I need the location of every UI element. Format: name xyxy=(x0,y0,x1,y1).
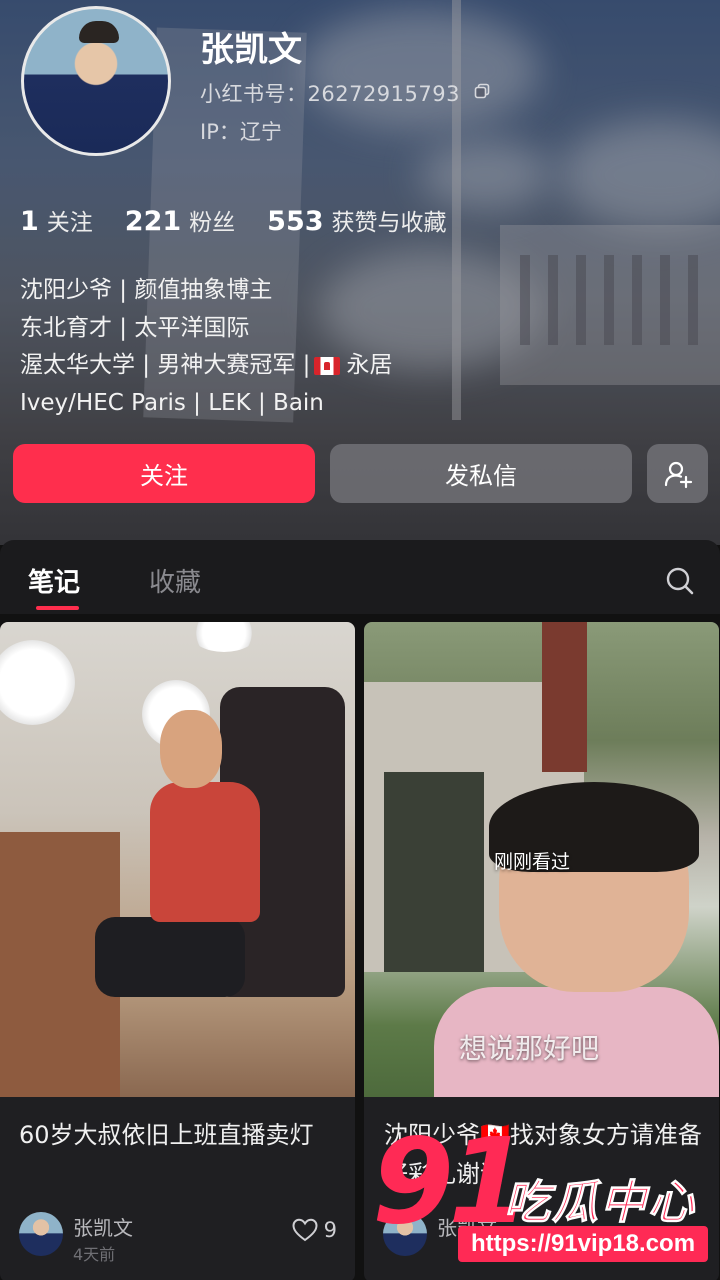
note-card[interactable]: 60岁大叔依旧上班直播卖灯 张凯文 4天前 9 xyxy=(0,622,355,1280)
active-tab-indicator xyxy=(36,606,79,610)
stat-followers[interactable]: 221 粉丝 xyxy=(125,203,235,237)
bio-text: 渥太华大学 | 男神大赛冠军 | xyxy=(20,352,311,378)
bio-line: 东北育才 | 太平洋国际 xyxy=(20,314,250,341)
profile-avatar[interactable] xyxy=(21,6,171,156)
profile-bio: 沈阳少爷 | 颜值抽象博主 东北育才 | 太平洋国际 渥太华大学 | 男神大赛冠… xyxy=(20,272,392,422)
watermark-number: 91 xyxy=(372,1112,530,1250)
recently-viewed-label: 刚刚看过 xyxy=(494,851,571,873)
bio-line: 沈阳少爷 | 颜值抽象博主 xyxy=(20,277,273,303)
stat-value: 1 xyxy=(20,206,39,237)
stat-likes-and-favorites[interactable]: 553 获赞与收藏 xyxy=(267,203,446,237)
content-tabs: 笔记 收藏 xyxy=(0,540,720,614)
stat-label: 关注 xyxy=(46,210,93,236)
heart-icon xyxy=(292,1218,318,1242)
video-subtitle: 想说那好吧 xyxy=(459,1032,600,1065)
profile-name: 张凯文 xyxy=(200,30,302,70)
rednote-id: 小红书号：26272915793 xyxy=(200,82,460,106)
like-count: 9 xyxy=(323,1218,337,1242)
author-avatar xyxy=(19,1212,63,1256)
bio-text: 永居 xyxy=(346,352,393,378)
note-thumbnail xyxy=(0,622,355,1097)
stat-label: 获赞与收藏 xyxy=(331,210,447,236)
search-icon[interactable] xyxy=(665,566,695,596)
add-user-button[interactable] xyxy=(647,444,708,503)
stat-value: 553 xyxy=(267,206,324,237)
send-message-button[interactable]: 发私信 xyxy=(330,444,632,503)
watermark-url: https://91vip18.com xyxy=(458,1226,708,1262)
note-thumbnail: 刚刚看过 想说那好吧 xyxy=(364,622,719,1097)
like-button[interactable]: 9 xyxy=(292,1218,337,1242)
copy-icon[interactable] xyxy=(474,83,490,99)
follow-button[interactable]: 关注 xyxy=(13,444,315,503)
tab-notes[interactable]: 笔记 xyxy=(28,562,80,599)
site-watermark: 91 吃瓜中心 https://91vip18.com xyxy=(372,1122,712,1274)
stat-value: 221 xyxy=(124,206,182,237)
add-user-icon xyxy=(664,461,692,488)
ip-location: IP：辽宁 xyxy=(200,120,282,144)
author-name: 张凯文 xyxy=(73,1216,133,1240)
bio-line: Ivey/HEC Paris | LEK | Bain xyxy=(20,389,324,416)
watermark-text: 吃瓜中心 xyxy=(504,1175,696,1230)
note-title: 60岁大叔依旧上班直播卖灯 xyxy=(19,1121,314,1149)
stat-following[interactable]: 1 关注 xyxy=(20,203,93,237)
canada-flag-icon xyxy=(314,356,341,375)
post-time: 4天前 xyxy=(73,1245,116,1264)
stat-label: 粉丝 xyxy=(189,210,236,236)
profile-stats: 1 关注 221 粉丝 553 获赞与收藏 xyxy=(20,203,447,237)
bio-line: 渥太华大学 | 男神大赛冠军 | 永居 xyxy=(20,347,392,385)
tab-favorites[interactable]: 收藏 xyxy=(149,562,201,599)
